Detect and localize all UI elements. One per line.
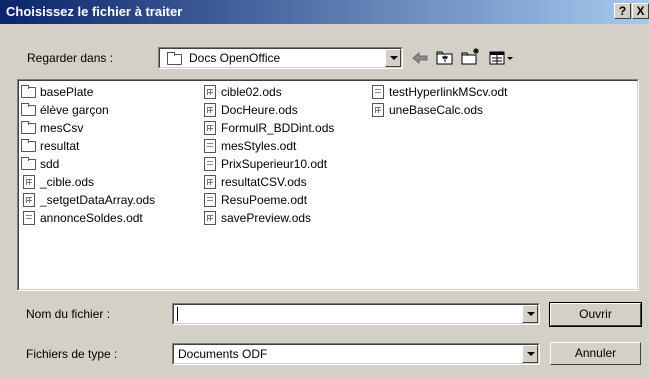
file-name: élève garçon xyxy=(40,103,109,117)
file-item[interactable]: testHyperlinkMScv.odt xyxy=(370,83,507,101)
file-item[interactable]: ResuPoeme.odt xyxy=(202,191,307,209)
file-item[interactable]: _cible.ods xyxy=(21,173,94,191)
text-document-icon xyxy=(202,157,218,171)
spreadsheet-icon xyxy=(21,175,37,189)
help-button[interactable]: ? xyxy=(614,3,631,19)
chevron-down-icon xyxy=(527,352,535,356)
filename-dropdown-button[interactable] xyxy=(522,305,538,323)
lookin-select[interactable]: Docs OpenOffice xyxy=(158,47,403,69)
cancel-button[interactable]: Annuler xyxy=(550,342,641,365)
spreadsheet-icon xyxy=(202,121,218,135)
text-document-icon xyxy=(202,193,218,207)
folder-item[interactable]: sdd xyxy=(21,155,59,173)
folder-icon xyxy=(21,157,37,171)
file-name: resultat xyxy=(40,139,80,153)
file-name: ResuPoeme.odt xyxy=(221,193,308,207)
spreadsheet-icon xyxy=(202,85,218,99)
file-name: FormulR_BDDint.ods xyxy=(221,121,335,135)
filename-input[interactable] xyxy=(172,303,540,325)
folder-item[interactable]: basePlate xyxy=(21,83,93,101)
folder-icon xyxy=(21,121,37,135)
file-name: _cible.ods xyxy=(40,175,95,189)
spreadsheet-icon xyxy=(202,211,218,225)
spreadsheet-icon xyxy=(202,103,218,117)
filetype-value: Documents ODF xyxy=(178,347,268,361)
up-folder-icon xyxy=(436,51,453,65)
file-name: basePlate xyxy=(40,85,94,99)
file-name: sdd xyxy=(40,157,60,171)
text-document-icon xyxy=(202,139,218,153)
folder-icon xyxy=(21,139,37,153)
spreadsheet-icon xyxy=(21,193,37,207)
file-name: DocHeure.ods xyxy=(221,103,298,117)
file-item[interactable]: uneBaseCalc.ods xyxy=(370,101,483,119)
spreadsheet-icon xyxy=(202,175,218,189)
folder-icon xyxy=(21,103,37,117)
view-menu-button[interactable] xyxy=(488,49,516,67)
file-name: resultatCSV.ods xyxy=(221,175,307,189)
file-name: _setgetDataArray.ods xyxy=(40,193,156,207)
file-name: testHyperlinkMScv.odt xyxy=(389,85,508,99)
file-item[interactable]: mesStyles.odt xyxy=(202,137,296,155)
file-name: cible02.ods xyxy=(221,85,282,99)
file-item[interactable]: FormulR_BDDint.ods xyxy=(202,119,334,137)
folder-item[interactable]: resultat xyxy=(21,137,79,155)
view-menu-icon xyxy=(489,51,513,65)
file-name: mesStyles.odt xyxy=(221,139,297,153)
file-item[interactable]: DocHeure.ods xyxy=(202,101,298,119)
lookin-value: Docs OpenOffice xyxy=(189,51,281,65)
file-name: annonceSoldes.odt xyxy=(40,211,143,225)
new-folder-button[interactable] xyxy=(460,47,482,67)
file-item[interactable]: savePreview.ods xyxy=(202,209,311,227)
folder-item[interactable]: élève garçon xyxy=(21,101,109,119)
file-item[interactable]: annonceSoldes.odt xyxy=(21,209,143,227)
text-document-icon xyxy=(21,211,37,225)
file-item[interactable]: PrixSuperieur10.odt xyxy=(202,155,327,173)
file-name: PrixSuperieur10.odt xyxy=(221,157,328,171)
chevron-down-icon xyxy=(527,312,535,316)
up-folder-button[interactable] xyxy=(435,49,455,67)
file-item[interactable]: _setgetDataArray.ods xyxy=(21,191,155,209)
folder-icon xyxy=(167,52,183,66)
file-name: uneBaseCalc.ods xyxy=(389,103,484,117)
filetype-dropdown-button[interactable] xyxy=(522,345,538,363)
file-item[interactable]: cible02.ods xyxy=(202,83,282,101)
window-title: Choisissez le fichier à traiter xyxy=(6,4,183,19)
filetype-label: Fichiers de type : xyxy=(26,347,118,361)
folder-item[interactable]: mesCsv xyxy=(21,119,83,137)
file-name: mesCsv xyxy=(40,121,84,135)
text-document-icon xyxy=(370,85,386,99)
open-button[interactable]: Ouvrir xyxy=(549,302,642,327)
file-list[interactable]: basePlate élève garçon mesCsv resultat sdd _c… xyxy=(17,79,639,291)
close-button[interactable]: X xyxy=(632,3,649,19)
lookin-label: Regarder dans : xyxy=(27,51,114,65)
back-arrow-icon xyxy=(412,51,428,65)
spreadsheet-icon xyxy=(370,103,386,117)
back-button[interactable] xyxy=(410,49,430,67)
file-name: savePreview.ods xyxy=(221,211,312,225)
new-folder-icon xyxy=(461,48,479,65)
text-cursor xyxy=(177,307,178,321)
file-item[interactable]: resultatCSV.ods xyxy=(202,173,307,191)
chevron-down-icon xyxy=(390,56,398,60)
folder-icon xyxy=(21,85,37,99)
lookin-dropdown-button[interactable] xyxy=(385,49,401,67)
filetype-select[interactable]: Documents ODF xyxy=(172,343,540,365)
filename-label: Nom du fichier : xyxy=(26,307,111,321)
